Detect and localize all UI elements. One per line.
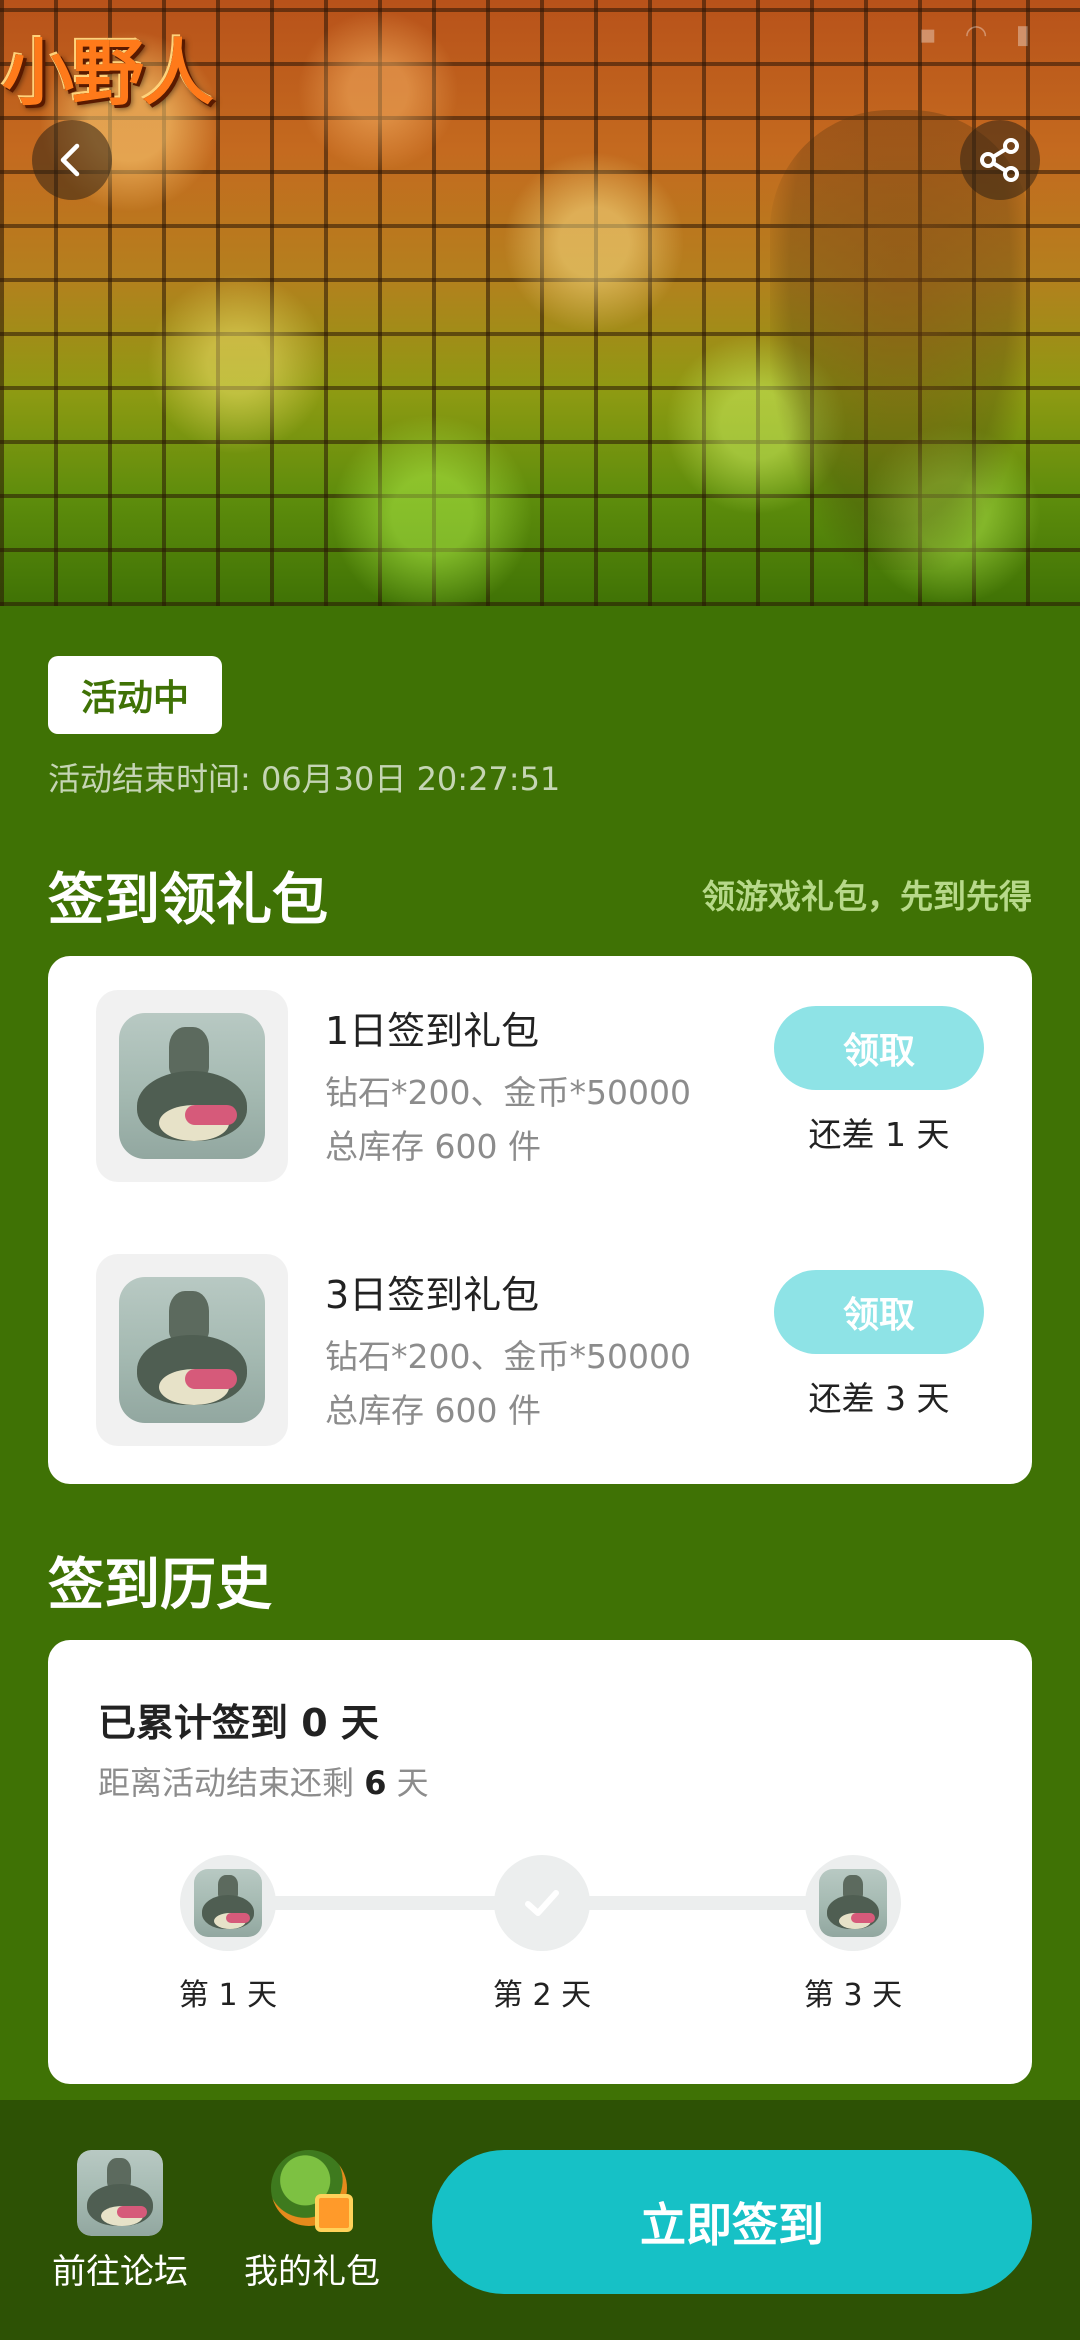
share-button[interactable]: [960, 120, 1040, 200]
gift-item: 3日签到礼包 钻石*200、金币*50000 总库存 600 件 领取 还差 3…: [48, 1254, 1032, 1454]
status-bar-icons: ▪ ◠ ▮: [918, 20, 1040, 50]
gift-description: 钻石*200、金币*50000: [325, 1337, 691, 1376]
game-logo: 小野人: [2, 31, 214, 115]
remain-days-count: 6: [364, 1764, 387, 1802]
gift-item: 1日签到礼包 钻石*200、金币*50000 总库存 600 件 领取 还差 1…: [48, 990, 1032, 1190]
toad-reward-icon: [119, 1277, 265, 1423]
bottom-action-bar: 前往论坛 我的礼包 立即签到: [0, 2100, 1080, 2340]
total-days-count: 0: [301, 1701, 328, 1745]
my-gifts-button[interactable]: 我的礼包: [222, 2150, 402, 2300]
my-gifts-label: 我的礼包: [244, 2252, 380, 2292]
day-label: 第 2 天: [492, 1978, 592, 2013]
check-icon: [525, 1890, 559, 1916]
claim-remaining-days: 还差 1 天: [808, 1115, 950, 1154]
gift-thumbnail: [96, 990, 288, 1182]
checkin-now-button[interactable]: 立即签到: [432, 2150, 1032, 2294]
day-node-3: [805, 1855, 901, 1951]
gift-name: 3日签到礼包: [325, 1273, 540, 1317]
day-node-1: [180, 1855, 276, 1951]
history-card: 已累计签到 0 天 距离活动结束还剩 6 天 第 1 天 第 2 天 第 3 天: [48, 1640, 1032, 2084]
gift-description: 钻石*200、金币*50000: [325, 1073, 691, 1112]
gift-stock: 总库存 600 件: [325, 1391, 541, 1430]
forum-button[interactable]: 前往论坛: [30, 2150, 210, 2300]
back-button[interactable]: [32, 120, 112, 200]
remain-suffix: 天: [386, 1764, 429, 1802]
gift-name: 1日签到礼包: [325, 1009, 540, 1053]
forum-label: 前往论坛: [52, 2252, 188, 2292]
chevron-left-icon: [60, 143, 80, 177]
gift-box-icon: [267, 2150, 357, 2236]
share-icon: [980, 138, 1019, 182]
activity-status-badge: 活动中: [48, 656, 222, 734]
activity-end-time: 活动结束时间: 06月30日 20:27:51: [48, 760, 561, 798]
total-suffix: 天: [327, 1701, 379, 1745]
gift-thumbnail: [96, 1254, 288, 1446]
gift-stock: 总库存 600 件: [325, 1127, 541, 1166]
sign-section-title: 签到领礼包: [48, 868, 328, 933]
forum-icon: [77, 2150, 163, 2236]
days-remaining: 距离活动结束还剩 6 天: [98, 1758, 429, 1804]
toad-reward-icon: [119, 1013, 265, 1159]
sign-section-slogan: 领游戏礼包，先到先得: [702, 877, 1032, 916]
gift-list-card: 1日签到礼包 钻石*200、金币*50000 总库存 600 件 领取 还差 1…: [48, 956, 1032, 1484]
history-section-title: 签到历史: [48, 1553, 272, 1618]
toad-reward-icon: [194, 1869, 262, 1937]
claim-button[interactable]: 领取: [774, 1006, 984, 1090]
day-label: 第 3 天: [803, 1978, 903, 2013]
total-prefix: 已累计签到: [98, 1701, 302, 1745]
remain-prefix: 距离活动结束还剩: [98, 1764, 365, 1802]
day-node-2: [494, 1855, 590, 1951]
claim-button[interactable]: 领取: [774, 1270, 984, 1354]
day-label: 第 1 天: [178, 1978, 278, 2013]
claim-remaining-days: 还差 3 天: [808, 1379, 950, 1418]
game-banner: 小野人 ▪ ◠ ▮: [0, 0, 1080, 606]
toad-reward-icon: [819, 1869, 887, 1937]
total-checkin-days: 已累计签到 0 天: [98, 1692, 379, 1747]
